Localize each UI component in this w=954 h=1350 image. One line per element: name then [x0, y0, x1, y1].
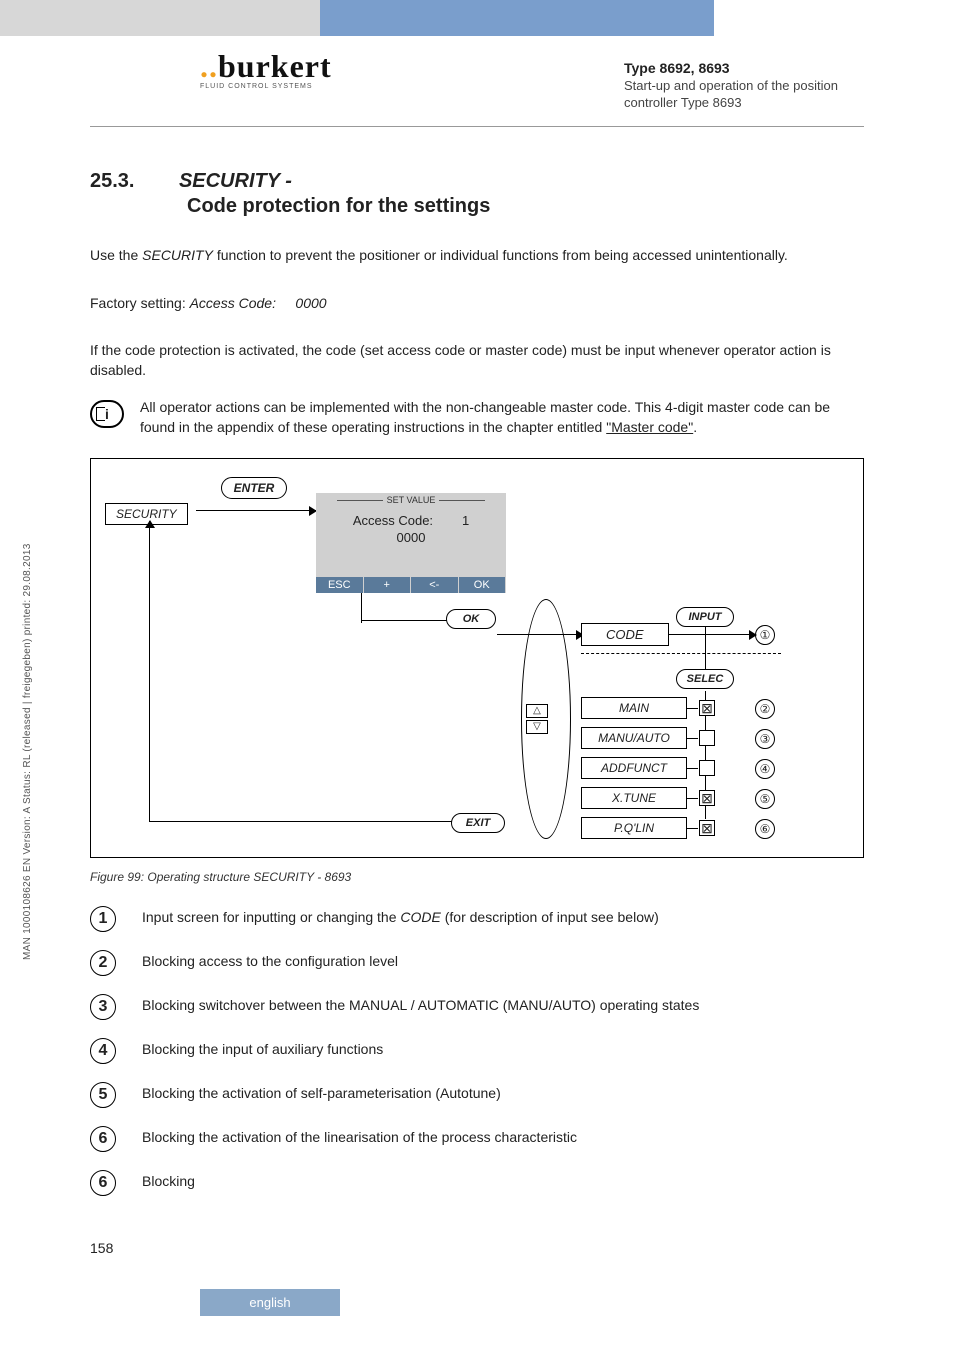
language-badge: english [200, 1289, 340, 1316]
code-node: CODE [581, 623, 669, 646]
ok-key: OK [459, 577, 507, 593]
legend-row: 6 Blocking the activation of the lineari… [90, 1126, 864, 1152]
updown-icon: △▽ [526, 704, 548, 736]
paragraph-1: Use the SECURITY function to prevent the… [90, 246, 864, 266]
section-heading: 25.3. SECURITY - Code protection for the… [90, 170, 864, 218]
main-content: 25.3. SECURITY - Code protection for the… [90, 170, 864, 1214]
section-number: 25.3. [90, 170, 134, 193]
paragraph-factory-setting: Factory setting: Access Code: 0000 [90, 294, 864, 314]
info-icon: i [90, 400, 124, 428]
logo-tagline: FLUID CONTROL SYSTEMS [200, 83, 332, 90]
legend-row: 5 Blocking the activation of self-parame… [90, 1082, 864, 1108]
ref-2: ② [755, 699, 775, 719]
set-value-panel: SET VALUE Access Code: 1 0000 ESC + <- O… [316, 493, 506, 593]
input-badge: INPUT [676, 607, 734, 627]
item-addfunct: ADDFUNCT [581, 757, 687, 779]
back-key: <- [411, 577, 459, 593]
header-right: Type 8692, 8693 Start-up and operation o… [624, 60, 864, 112]
ref-3: ③ [755, 729, 775, 749]
selec-badge: SELEC [676, 669, 734, 689]
legend-row: 1 Input screen for inputting or changing… [90, 906, 864, 932]
header-rule [90, 126, 864, 127]
ref-5: ⑤ [755, 789, 775, 809]
section-title-bold: Code protection for the settings [187, 195, 864, 218]
check-manuauto [699, 730, 715, 746]
legend-list: 1 Input screen for inputting or changing… [90, 906, 864, 1196]
item-xtune: X.TUNE [581, 787, 687, 809]
legend-row: 3 Blocking switchover between the MANUAL… [90, 994, 864, 1020]
diagram: ENTER SECURITY SET VALUE Access Code: 1 … [90, 458, 864, 858]
logo: ..burkert FLUID CONTROL SYSTEMS [200, 48, 332, 90]
exit-badge: EXIT [451, 813, 505, 833]
item-manuauto: MANU/AUTO [581, 727, 687, 749]
top-bar [0, 0, 954, 36]
legend-row: 2 Blocking access to the configuration l… [90, 950, 864, 976]
esc-key: ESC [316, 577, 364, 593]
ref-6: ⑥ [755, 819, 775, 839]
ref-1: ① [755, 625, 775, 645]
code-value: 0000 [316, 530, 506, 545]
check-pqlin: ⊠ [699, 820, 715, 836]
legend-row: 4 Blocking the input of auxiliary functi… [90, 1038, 864, 1064]
check-main: ⊠ [699, 700, 715, 716]
plus-key: + [364, 577, 412, 593]
ok-badge: OK [446, 609, 496, 629]
legend-row: 6 Blocking [90, 1170, 864, 1196]
item-main: MAIN [581, 697, 687, 719]
logo-text: burkert [218, 48, 332, 84]
enter-badge: ENTER [221, 477, 287, 499]
check-xtune: ⊠ [699, 790, 715, 806]
master-code-link[interactable]: "Master code" [606, 419, 693, 435]
arrow-line [196, 510, 316, 511]
ref-4: ④ [755, 759, 775, 779]
doc-type: Type 8692, 8693 [624, 60, 864, 76]
section-title-italic: SECURITY - [179, 170, 292, 193]
info-callout: i All operator actions can be implemente… [90, 398, 864, 437]
figure-caption: Figure 99: Operating structure SECURITY … [90, 870, 864, 884]
set-value-label: SET VALUE [316, 495, 506, 505]
item-pqlin: P.Q'LIN [581, 817, 687, 839]
check-addfunct [699, 760, 715, 776]
side-metadata: MAN 1000108626 EN Version: A Status: RL … [22, 543, 33, 960]
doc-subtitle: Start-up and operation of the position c… [624, 78, 864, 112]
paragraph-3: If the code protection is activated, the… [90, 341, 864, 380]
page-number: 158 [90, 1240, 113, 1256]
